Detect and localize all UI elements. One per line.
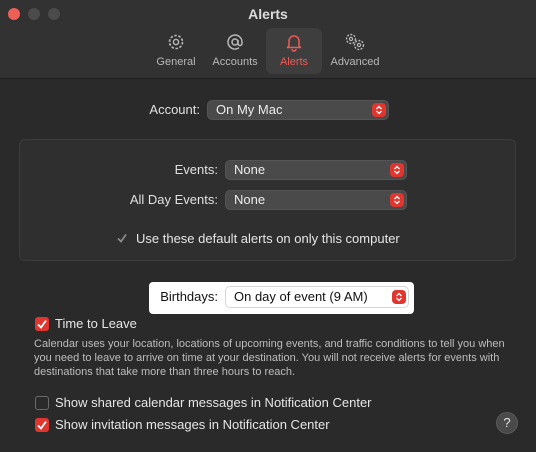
account-popup[interactable]: On My Mac (207, 100, 389, 120)
at-icon (225, 31, 245, 53)
birthdays-value: On day of event (9 AM) (234, 289, 368, 304)
invitation-messages-label: Show invitation messages in Notification… (55, 417, 330, 432)
time-to-leave-checkbox[interactable] (35, 317, 49, 331)
tab-general-label: General (156, 56, 196, 68)
all-day-events-popup[interactable]: None (225, 190, 407, 210)
help-button[interactable]: ? (496, 412, 518, 434)
birthdays-label: Birthdays: (160, 289, 218, 304)
stepper-icon (392, 290, 406, 304)
tab-advanced-label: Advanced (330, 56, 380, 68)
toolbar: Alerts General Accounts Alerts Advanced (0, 0, 536, 79)
all-day-events-label: All Day Events: (129, 192, 218, 207)
stepper-icon (390, 193, 404, 207)
tab-general[interactable]: General (151, 28, 201, 74)
birthdays-popup[interactable]: On day of event (9 AM) (225, 286, 409, 308)
default-alerts-label: Use these default alerts on only this co… (136, 231, 400, 246)
checkmark-icon (37, 319, 47, 329)
account-label: Account: (149, 102, 200, 117)
tab-alerts-label: Alerts (279, 56, 309, 68)
shared-calendar-messages-checkbox[interactable] (35, 396, 49, 410)
invitation-messages-checkbox[interactable] (35, 418, 49, 432)
stepper-icon (372, 103, 386, 117)
default-alerts-checkbox[interactable] (115, 231, 129, 245)
shared-calendar-messages-label: Show shared calendar messages in Notific… (55, 395, 372, 410)
time-to-leave-label: Time to Leave (55, 316, 137, 331)
bell-icon (284, 31, 304, 53)
alerts-pane: Account: On My Mac Events: None All Day … (0, 79, 536, 452)
account-value: On My Mac (216, 102, 283, 117)
tab-accounts-label: Accounts (212, 56, 258, 68)
gears-icon (343, 31, 367, 53)
tab-advanced[interactable]: Advanced (326, 28, 384, 74)
checkmark-icon (37, 420, 47, 430)
window-title: Alerts (248, 6, 288, 22)
events-label: Events: (174, 162, 218, 177)
events-value: None (234, 162, 266, 177)
checkmark-icon (117, 233, 127, 243)
events-popup[interactable]: None (225, 160, 407, 180)
tab-alerts[interactable]: Alerts (266, 28, 322, 74)
stepper-icon (390, 163, 404, 177)
all-day-events-value: None (234, 192, 266, 207)
tab-accounts[interactable]: Accounts (207, 28, 263, 74)
gear-icon (166, 31, 186, 53)
time-to-leave-description: Calendar uses your location, locations o… (34, 338, 505, 378)
